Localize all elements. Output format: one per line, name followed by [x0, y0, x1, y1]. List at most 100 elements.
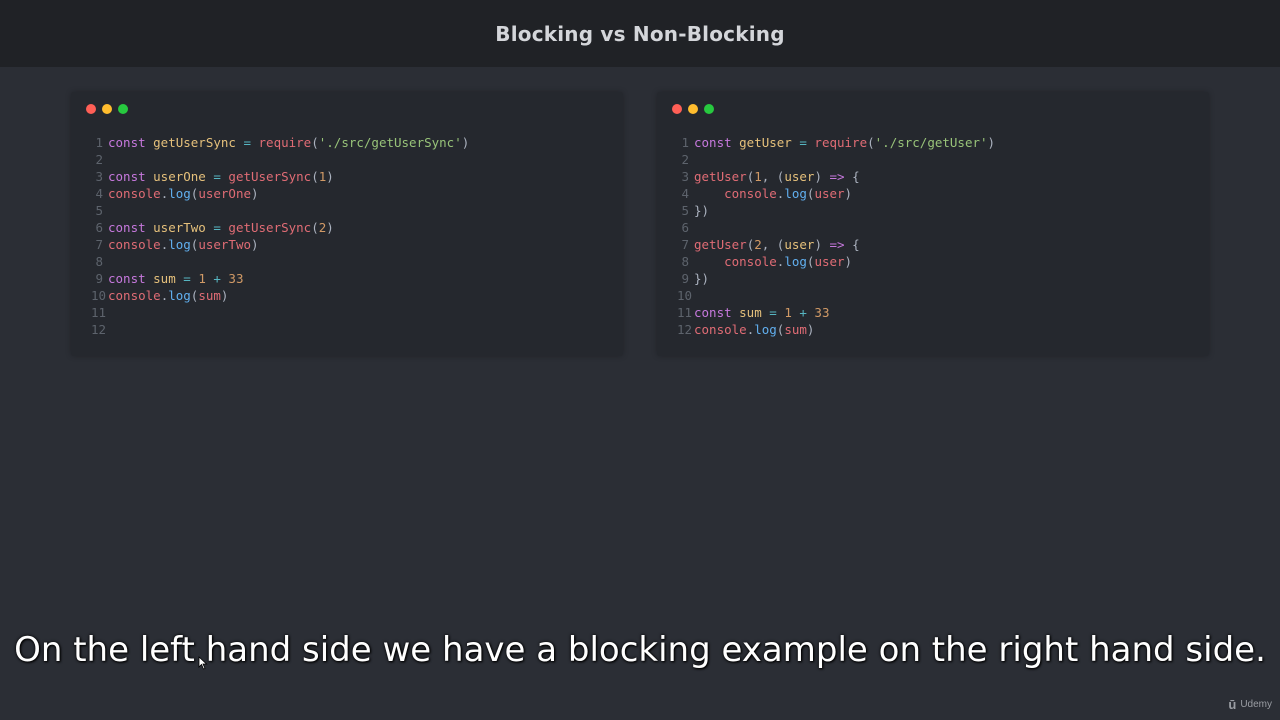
code-line: 5	[91, 202, 469, 219]
code-token: getUserSync	[228, 220, 312, 235]
code-line: 9})	[677, 270, 995, 287]
code-line: 12	[91, 321, 469, 338]
code-block-non-blocking: 1 const getUser = require('./src/getUser'…	[677, 134, 995, 338]
code-token: console	[108, 288, 161, 303]
code-line: 11 const sum = 1 + 33	[677, 304, 995, 321]
code-token: getUser	[694, 237, 747, 252]
code-line: 1 const getUser = require('./src/getUser'…	[677, 134, 995, 151]
code-token: user	[784, 169, 815, 184]
line-number: 10	[677, 288, 693, 303]
code-token: =	[175, 271, 199, 286]
code-token: userOne	[198, 186, 252, 201]
code-token: =	[761, 305, 785, 320]
code-line: 3 getUser(1, (user) => {	[677, 168, 995, 185]
code-token: user	[784, 237, 815, 252]
code-token: )	[987, 135, 996, 150]
line-number: 7	[681, 237, 689, 252]
video-caption: On the left hand side we have a blocking…	[14, 630, 1266, 670]
code-token: 1	[198, 271, 206, 286]
code-token: })	[694, 271, 710, 286]
code-token: {	[844, 237, 860, 252]
code-token: getUserSync	[228, 169, 312, 184]
code-token: user	[814, 186, 845, 201]
code-token: getUser	[739, 135, 792, 150]
udemy-watermark: ū Udemy	[1228, 697, 1272, 712]
code-line: 7 getUser(2, (user) => {	[677, 236, 995, 253]
code-token: log	[168, 237, 191, 252]
code-token: =>	[829, 237, 845, 252]
code-line: 10 console.log(sum)	[91, 287, 469, 304]
code-token: console	[108, 186, 161, 201]
mouse-cursor-icon	[198, 656, 208, 670]
code-token: =	[235, 135, 259, 150]
slide-title: Blocking vs Non-Blocking	[495, 21, 785, 46]
line-number: 4	[681, 186, 689, 201]
code-token: const	[108, 169, 154, 184]
line-number: 10	[91, 288, 107, 303]
code-token: userTwo	[153, 220, 206, 235]
code-token: sum	[739, 305, 762, 320]
code-token: (	[311, 220, 319, 235]
code-token: const	[694, 135, 740, 150]
line-number: 3	[681, 169, 689, 184]
code-token: const	[108, 271, 154, 286]
code-token: )	[461, 135, 470, 150]
code-token: )	[844, 254, 853, 269]
code-token: require	[814, 135, 868, 150]
code-token: (	[311, 169, 319, 184]
code-token: )	[806, 322, 815, 337]
line-number: 1	[681, 135, 689, 150]
code-token: 33	[228, 271, 244, 286]
code-token: 1	[754, 169, 762, 184]
line-number: 2	[95, 152, 103, 167]
code-line: 1 const getUserSync = require('./src/getU…	[91, 134, 469, 151]
code-line: 6 const userTwo = getUserSync(2)	[91, 219, 469, 236]
code-token: )	[326, 169, 334, 184]
line-number: 2	[681, 152, 689, 167]
code-line: 4 console.log(user)	[677, 185, 995, 202]
code-line: 4 console.log(userOne)	[91, 185, 469, 202]
code-token: console	[724, 186, 777, 201]
code-token: sum	[153, 271, 176, 286]
line-number: 9	[681, 271, 689, 286]
line-number: 9	[95, 271, 103, 286]
code-token: (	[867, 135, 875, 150]
zoom-dot-icon	[704, 104, 714, 114]
code-token: log	[754, 322, 777, 337]
close-dot-icon	[672, 104, 682, 114]
code-token: )	[844, 186, 853, 201]
code-line: 10	[677, 287, 995, 304]
code-token: user	[814, 254, 845, 269]
code-token: userOne	[153, 169, 206, 184]
code-block-blocking: 1 const getUserSync = require('./src/getU…	[91, 134, 469, 338]
close-dot-icon	[86, 104, 96, 114]
code-token: console	[724, 254, 777, 269]
code-token: sum	[198, 288, 221, 303]
code-line: 7 console.log(userTwo)	[91, 236, 469, 253]
window-controls	[672, 104, 714, 114]
line-number: 11	[91, 305, 107, 320]
udemy-label: Udemy	[1240, 699, 1272, 710]
zoom-dot-icon	[118, 104, 128, 114]
code-token: log	[168, 186, 191, 201]
code-token: )	[220, 288, 229, 303]
code-token: log	[784, 186, 807, 201]
line-number: 8	[95, 254, 103, 269]
line-number: 1	[95, 135, 103, 150]
code-token: , (	[761, 169, 785, 184]
minimize-dot-icon	[688, 104, 698, 114]
code-token: const	[108, 220, 154, 235]
code-token: const	[694, 305, 740, 320]
code-line: 12 console.log(sum)	[677, 321, 995, 338]
line-number: 5	[95, 203, 103, 218]
code-token: sum	[784, 322, 807, 337]
code-token: =	[205, 169, 229, 184]
minimize-dot-icon	[102, 104, 112, 114]
line-number: 6	[95, 220, 103, 235]
code-token: =	[791, 135, 815, 150]
code-window-blocking: 1 const getUserSync = require('./src/getU…	[71, 92, 623, 356]
line-number: 5	[681, 203, 689, 218]
line-number: 4	[95, 186, 103, 201]
code-line: 11	[91, 304, 469, 321]
